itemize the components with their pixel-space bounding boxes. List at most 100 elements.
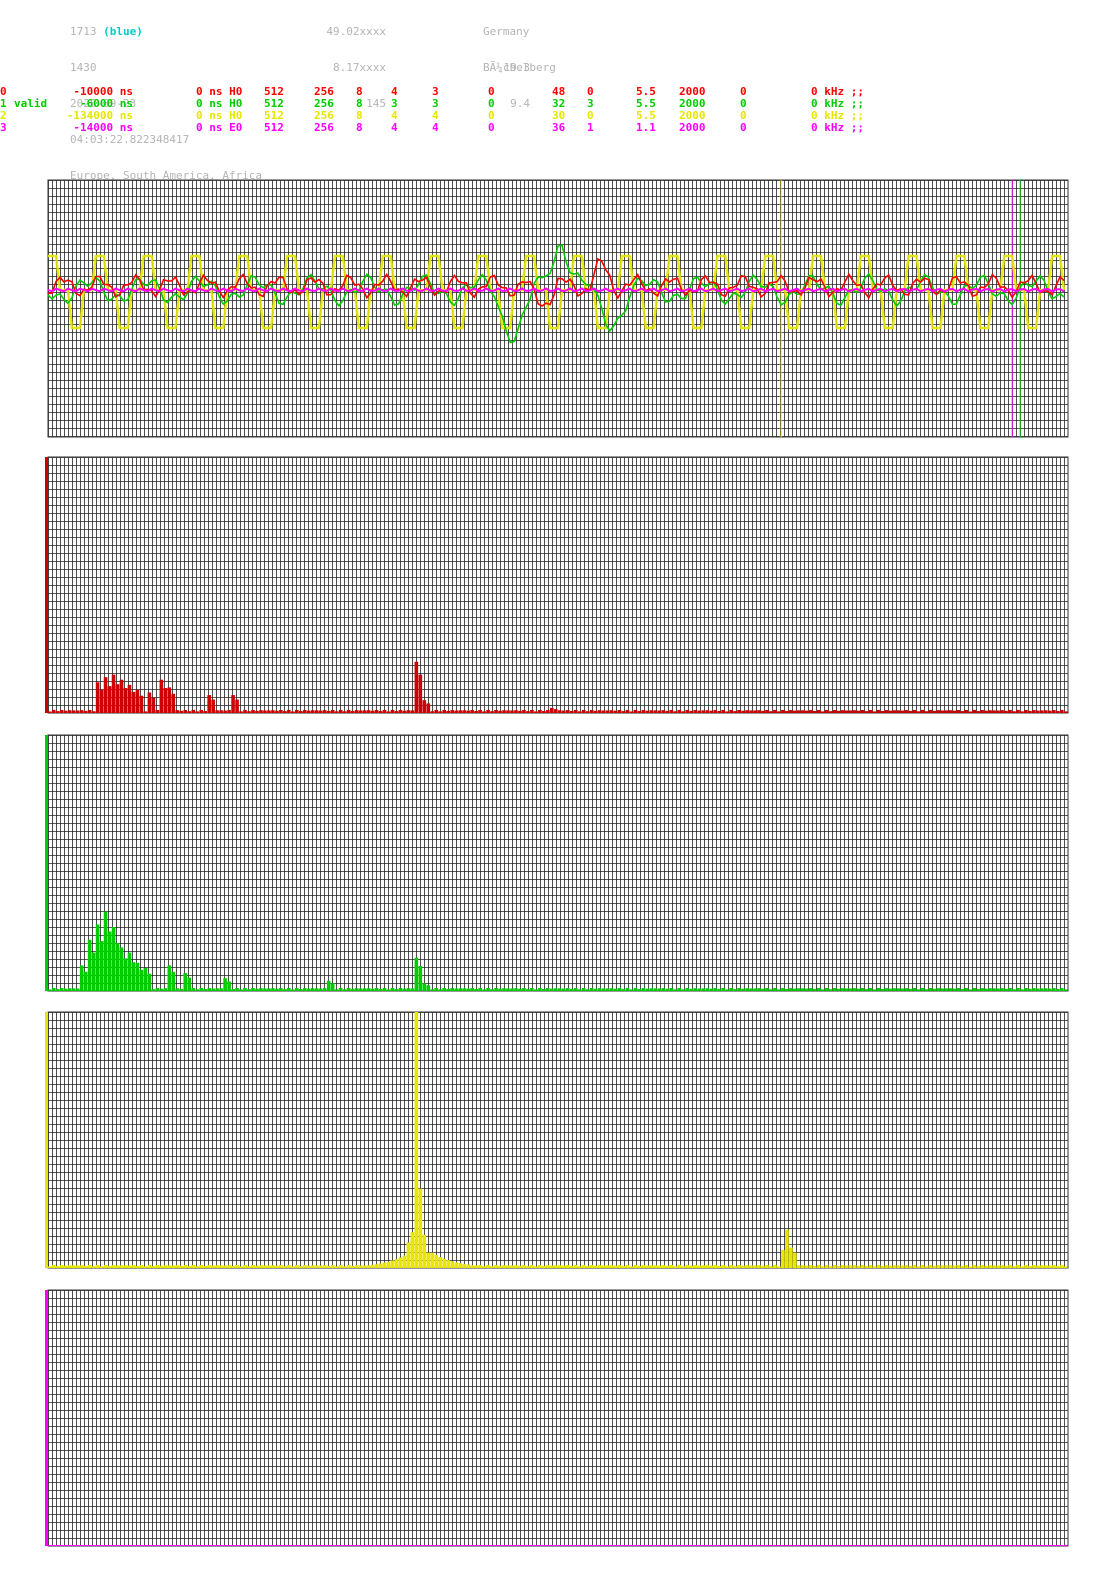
spectrum-bar [470,710,474,713]
spectrum-bar [446,1260,451,1268]
spectrum-bar [502,1265,506,1268]
spectrum-bar [83,1544,88,1546]
spectrum-bar [382,1262,387,1268]
spectrum-bar [235,1264,239,1268]
spectrum-bar [111,1544,116,1546]
spectrum-bar [585,1266,590,1268]
spectrum-bar [211,988,215,991]
spectrum-bar [546,988,550,991]
spectrum-bar [609,710,614,713]
spectrum-bar [410,710,415,713]
spectrum-bar [864,1544,869,1546]
spectrum-bar [219,988,223,991]
spectrum-bar [127,952,132,991]
spectrum-bar [900,1265,905,1268]
spectrum-bar [183,710,188,713]
spectrum-bar [530,1264,534,1268]
spectrum-bar [984,988,988,991]
spectrum-bar [131,1544,136,1546]
spectrum-bar [374,1264,379,1268]
spectrum-bar [876,709,881,713]
spectrum-bar [1036,1265,1040,1268]
spectrum-bar [378,989,383,991]
spectrum-bar [75,1544,80,1546]
spectrum-bar [669,1264,674,1268]
spectrum-bar [534,1544,538,1546]
spectrum-bar [83,971,88,991]
spectrum-bar [251,988,255,991]
spectrum-bar [430,989,435,991]
spectrum-bar [657,1265,662,1268]
spectrum-bar [1044,710,1048,713]
spectrum-bar [585,1544,590,1546]
spectrum-bar [844,988,849,991]
spectrum-bar [904,988,909,991]
spectrum-bar [1056,989,1060,991]
spectrum-bar [338,1544,343,1546]
spectrum-bar [1016,709,1020,713]
spectrum-bar [777,1544,781,1546]
spectrum-bar [908,710,913,713]
spectrum-bar [765,988,769,991]
spectrum-bar [342,1266,347,1268]
spectrum-bar [749,988,753,991]
spectrum-bar [996,1544,1000,1546]
spectrum-bar [458,710,462,713]
spectrum-bar [195,1544,200,1546]
spectrum-bar [1032,710,1036,713]
spectrum-bar [721,1264,725,1268]
spectrum-bar [191,1264,196,1268]
spectrum-bar [299,711,303,713]
spectrum-bar [151,697,156,713]
spectrum-bar [960,711,965,713]
spectrum-bar [514,1544,518,1546]
spectrum-bar [956,710,961,713]
spectrum-bar [267,988,271,991]
spectrum-bar [1044,1265,1048,1268]
spectrum-bar [534,989,538,991]
spectrum-bar [625,1544,630,1546]
spectrum-bar [820,711,825,713]
spectrum-bar [848,1265,853,1268]
spectrum-bar [868,1544,873,1546]
spectrum-bar [434,1544,439,1546]
spectrum-bar [717,1544,721,1546]
spectrum-bar [95,1264,100,1268]
spectrum-bar [896,1265,901,1268]
spectrum-bar [729,987,733,991]
spectrum-bar [729,1544,733,1546]
spectrum-bar [948,988,953,991]
spectrum-bar [191,1544,196,1546]
spectrum-bar [912,1544,917,1546]
spectrum-bar [402,1544,407,1546]
spectrum-bar [1052,988,1056,991]
spectrum-bar [793,710,797,713]
spectrum-bar [904,1265,909,1268]
spectrum-bar [828,711,833,713]
spectrum-bar [518,710,522,713]
spectrum-bar [709,988,713,991]
spectrum-bar [462,710,466,713]
spectrum-bar [577,1266,582,1268]
spectrum-bar [924,711,929,713]
spectrum-bar [633,709,638,713]
spectrum-bar [171,1265,176,1268]
spectrum-bar [291,989,295,991]
spectrum-bar [809,710,813,713]
spectrum-bar [215,1265,219,1268]
spectrum-bar [67,1544,72,1546]
spectrum-bar [1020,711,1024,713]
spectrum-bar [984,710,988,713]
spectrum-bar [406,1242,411,1268]
spectrum-bar [107,1544,112,1546]
spectrum-bar [1024,1544,1028,1546]
spectrum-bar [765,1265,769,1268]
spectrum-bar [502,1544,506,1546]
spectrum-bar [231,1544,235,1546]
spectrum-bar [211,699,215,713]
spectrum-bar [589,987,594,991]
spectrum-bar [51,1544,56,1546]
spectrum-bar [287,987,291,991]
spectrum-bar [809,1265,813,1268]
spectrum-bar [637,989,642,991]
